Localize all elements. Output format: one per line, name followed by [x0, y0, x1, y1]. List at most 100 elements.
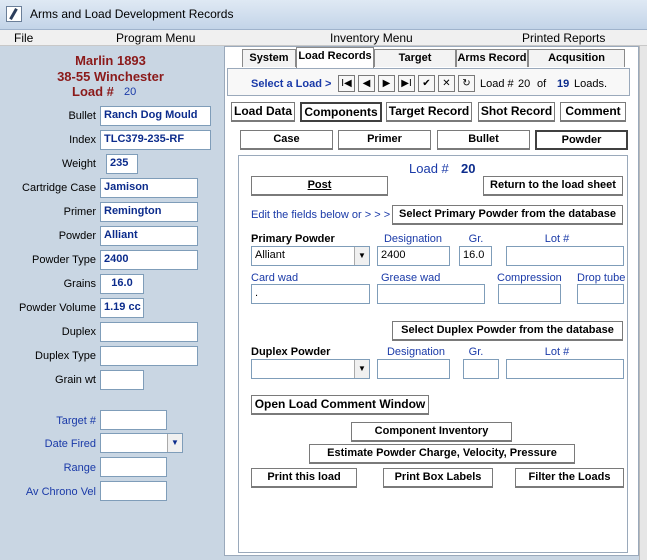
grain-wt-label: Grain wt — [55, 374, 96, 386]
powder-volume-label: Powder Volume — [18, 302, 96, 314]
weight-field[interactable]: 235 — [106, 154, 138, 174]
component-bullet-button[interactable]: Bullet — [437, 130, 530, 150]
tab-system[interactable]: System — [242, 49, 296, 67]
cartridge-case-label: Cartridge Case — [22, 182, 96, 194]
next-record-icon[interactable]: ▶ — [378, 75, 395, 92]
grains-label: Grains — [63, 278, 96, 290]
powder-volume-field[interactable]: 1.19 cc — [100, 298, 144, 318]
date-fired-label: Date Fired — [44, 438, 96, 450]
lot-label: Lot # — [544, 233, 570, 245]
menu-bar: File Program Menu Inventory Menu Printed… — [0, 30, 647, 46]
load-number-label: Load # — [72, 84, 114, 99]
gr-field[interactable]: 16.0 — [459, 246, 492, 266]
menu-inventory[interactable]: Inventory Menu — [330, 31, 413, 45]
open-load-comment-button[interactable]: Open Load Comment Window — [251, 395, 429, 415]
duplex-label: Duplex — [61, 326, 96, 338]
duplex-field[interactable] — [100, 322, 198, 342]
duplex-type-field[interactable] — [100, 346, 198, 366]
cartridge-case-field[interactable]: Jamison — [100, 178, 198, 198]
return-to-load-sheet-button[interactable]: Return to the load sheet — [483, 176, 623, 196]
print-box-labels-button[interactable]: Print Box Labels — [383, 468, 493, 488]
subtab-load-data[interactable]: Load Data — [231, 102, 295, 122]
chevron-down-icon[interactable]: ▼ — [354, 247, 369, 265]
duplex-powder-label: Duplex Powder — [251, 346, 331, 358]
tab-acquisition-record[interactable]: Acqusition Record — [528, 49, 625, 80]
target-number-label: Target # — [56, 415, 96, 427]
nav-load-number: 20 — [518, 78, 531, 90]
edit-fields-text: Edit the fields below or > > > — [251, 209, 391, 221]
select-primary-powder-button[interactable]: Select Primary Powder from the database — [392, 205, 623, 225]
subtab-components[interactable]: Components — [300, 102, 382, 122]
menu-printed-reports[interactable]: Printed Reports — [522, 31, 605, 45]
window-title: Arms and Load Development Records — [30, 7, 234, 21]
estimate-powder-charge-button[interactable]: Estimate Powder Charge, Velocity, Pressu… — [309, 444, 575, 464]
range-label: Range — [63, 462, 96, 474]
powder-type-label: Powder Type — [31, 254, 96, 266]
weight-label: Weight — [61, 158, 96, 170]
component-inventory-button[interactable]: Component Inventory — [351, 422, 512, 442]
grease-wad-field[interactable] — [377, 284, 485, 304]
duplex-lot-label: Lot # — [544, 346, 570, 358]
tab-target-analysis[interactable]: Target Analysis — [374, 49, 456, 80]
grain-wt-field[interactable] — [100, 370, 144, 390]
first-record-icon[interactable]: I◀ — [338, 75, 355, 92]
primer-field[interactable]: Remington — [100, 202, 198, 222]
scrollbar[interactable] — [639, 46, 647, 560]
post-button[interactable]: Post — [251, 176, 388, 196]
subtab-comment[interactable]: Comment — [560, 102, 626, 122]
prev-record-icon[interactable]: ◀ — [358, 75, 375, 92]
menu-file[interactable]: File — [14, 31, 33, 45]
print-this-load-button[interactable]: Print this load — [251, 468, 357, 488]
grease-wad-label: Grease wad — [381, 272, 441, 284]
duplex-gr-field[interactable] — [463, 359, 499, 379]
primer-label: Primer — [63, 206, 96, 218]
grains-field[interactable]: 16.0 — [100, 274, 144, 294]
component-primer-button[interactable]: Primer — [338, 130, 431, 150]
nav-of: of — [537, 78, 547, 90]
powder-label: Powder — [58, 230, 96, 242]
component-case-button[interactable]: Case — [240, 130, 333, 150]
subtab-shot-record[interactable]: Shot Record — [478, 102, 555, 122]
card-wad-field[interactable]: . — [251, 284, 370, 304]
duplex-designation-field[interactable] — [377, 359, 450, 379]
duplex-powder-dropdown[interactable]: ▼ — [251, 359, 370, 379]
component-powder-button[interactable]: Powder — [535, 130, 628, 150]
filter-the-loads-button[interactable]: Filter the Loads — [515, 468, 624, 488]
tab-load-records[interactable]: Load Records — [296, 47, 374, 68]
app-icon — [6, 6, 22, 22]
subtab-target-record[interactable]: Target Record — [386, 102, 472, 122]
last-record-icon[interactable]: ▶I — [398, 75, 415, 92]
nav-total-loads: 19 — [557, 78, 570, 90]
primary-powder-dropdown[interactable]: Alliant ▼ — [251, 246, 370, 266]
range-field[interactable] — [100, 457, 167, 477]
gr-label: Gr. — [468, 233, 484, 245]
cancel-x-icon[interactable]: ✕ — [438, 75, 455, 92]
bullet-field[interactable]: Ranch Dog Mould — [100, 106, 211, 126]
index-field[interactable]: TLC379-235-RF — [100, 130, 211, 150]
card-wad-label: Card wad — [251, 272, 299, 284]
date-fired-dropdown[interactable]: ▼ — [100, 433, 183, 453]
caliber: 38-55 Winchester — [57, 69, 164, 84]
target-number-field[interactable] — [100, 410, 167, 430]
compression-field[interactable] — [498, 284, 561, 304]
select-duplex-powder-button[interactable]: Select Duplex Powder from the database — [392, 321, 623, 341]
duplex-gr-label: Gr. — [468, 346, 484, 358]
refresh-icon[interactable]: ↻ — [458, 75, 475, 92]
nav-loads-label: Loads. — [574, 78, 608, 90]
save-check-icon[interactable]: ✔ — [418, 75, 435, 92]
lot-field[interactable] — [506, 246, 624, 266]
nav-load-label: Load # — [480, 78, 514, 90]
designation-field[interactable]: 2400 — [377, 246, 450, 266]
powder-field[interactable]: Alliant — [100, 226, 198, 246]
chevron-down-icon[interactable]: ▼ — [354, 360, 369, 378]
tab-arms-record[interactable]: Arms Record — [456, 49, 528, 67]
powder-type-field[interactable]: 2400 — [100, 250, 198, 270]
drop-tube-label: Drop tube — [577, 272, 626, 284]
rifle-name: Marlin 1893 — [75, 53, 146, 68]
av-chrono-vel-field[interactable] — [100, 481, 167, 501]
duplex-lot-field[interactable] — [506, 359, 624, 379]
designation-label: Designation — [383, 233, 443, 245]
drop-tube-field[interactable] — [577, 284, 624, 304]
chevron-down-icon[interactable]: ▼ — [167, 434, 182, 452]
menu-program[interactable]: Program Menu — [116, 31, 195, 45]
